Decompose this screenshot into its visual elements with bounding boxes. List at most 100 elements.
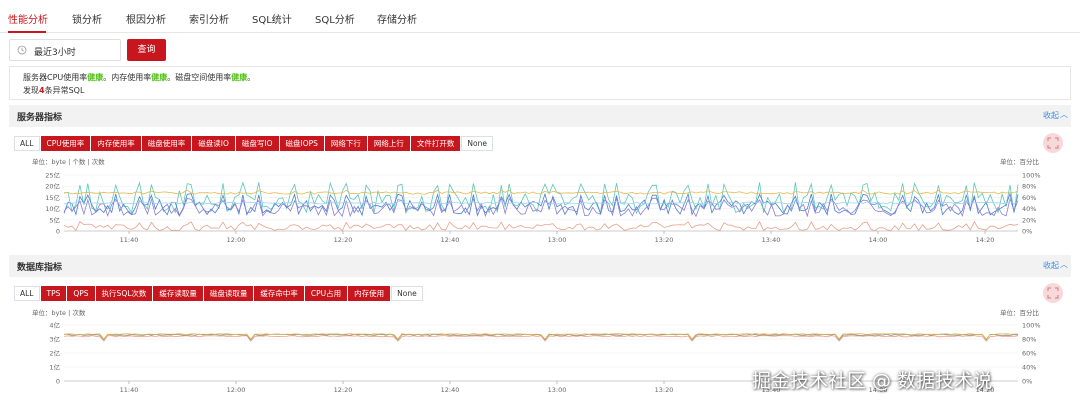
y-tick-right: 60% (1022, 194, 1036, 202)
section-title: 服务器指标 (17, 113, 63, 123)
y-tick-left: 0 (56, 378, 60, 386)
tab-root-cause[interactable]: 根因分析 (126, 11, 166, 26)
y-tick-left: 20亿 (45, 182, 60, 191)
tab-sql-stats[interactable]: SQL统计 (252, 11, 292, 26)
metric-toggle-6[interactable]: 磁盘IOPS (279, 136, 324, 151)
fullscreen-button[interactable] (1043, 283, 1063, 303)
db-metrics-header: 数据库指标 收起 ︿ (9, 255, 1071, 277)
clock-icon (17, 45, 27, 58)
section-title: 数据库指标 (17, 263, 63, 273)
metric-toggle-0[interactable]: ALL (14, 286, 40, 301)
metric-toggle-0[interactable]: ALL (14, 136, 40, 151)
tab-index[interactable]: 索引分析 (189, 11, 229, 26)
metric-toggle-7[interactable]: CPU占用 (304, 286, 348, 301)
metric-toggle-3[interactable]: 磁盘使用率 (141, 136, 192, 151)
chevron-up-icon: ︿ (1060, 110, 1068, 119)
y-tick-right: 100% (1022, 172, 1041, 180)
y-tick-left: 4亿 (49, 321, 60, 330)
expand-icon (1047, 137, 1059, 149)
watermark-text: 掘金技术社区 @ 数据技术说 (752, 370, 993, 392)
collapse-button[interactable]: 收起 ︿ (1043, 260, 1068, 271)
db-metric-filters: ALL TPS QPS 执行SQL次数 缓存读取量 磁盘读取量 缓存命中率 CPU占用 内存使用… (14, 286, 424, 301)
x-tick-label: 12:40 (441, 236, 460, 244)
tab-sql-analysis[interactable]: SQL分析 (315, 11, 355, 26)
metric-toggle-5[interactable]: 磁盘写IO (235, 136, 279, 151)
status-ok: 健康 (87, 73, 104, 82)
y-tick-right: 80% (1022, 183, 1036, 191)
x-tick-label: 11:40 (120, 386, 139, 394)
y-tick-left: 1亿 (49, 363, 60, 372)
collapse-button[interactable]: 收起 ︿ (1043, 110, 1068, 121)
y-tick-right: 40% (1022, 364, 1036, 372)
health-line: 服务器CPU使用率健康。内存使用率健康。磁盘空间使用率健康。 (23, 73, 256, 82)
y-tick-right: 60% (1022, 350, 1036, 358)
series-line (63, 196, 1019, 218)
unit-right-label: 单位：百分比 (1000, 308, 1040, 317)
x-tick-label: 12:00 (227, 236, 246, 244)
x-tick-label: 12:40 (441, 386, 460, 394)
fullscreen-button[interactable] (1043, 133, 1063, 153)
metric-toggle-6[interactable]: 缓存命中率 (254, 286, 304, 301)
x-tick-label: 12:20 (334, 236, 353, 244)
y-tick-right: 40% (1022, 205, 1036, 213)
metric-toggle-8[interactable]: 网络上行 (367, 136, 410, 151)
tab-lock[interactable]: 锁分析 (72, 11, 102, 26)
series-line (63, 335, 1019, 342)
metric-toggle-3[interactable]: 执行SQL次数 (95, 286, 153, 301)
metric-toggle-7[interactable]: 网络下行 (324, 136, 367, 151)
metric-toggle-9[interactable]: None (391, 286, 423, 301)
y-tick-right: 0% (1022, 228, 1032, 236)
y-tick-right: 100% (1022, 322, 1041, 330)
y-tick-left: 2亿 (49, 349, 60, 358)
metric-toggle-4[interactable]: 磁盘读IO (192, 136, 235, 151)
unit-right-label: 单位：百分比 (1000, 157, 1040, 166)
series-line (63, 200, 1019, 205)
server-metrics-header: 服务器指标 收起 ︿ (9, 105, 1071, 127)
x-tick-label: 14:20 (976, 236, 995, 244)
x-tick-label: 11:40 (120, 236, 139, 244)
time-range-select[interactable]: 最近3小时 (9, 39, 121, 61)
status-ok: 健康 (151, 73, 168, 82)
x-tick-label: 13:00 (548, 386, 567, 394)
y-tick-right: 0% (1022, 378, 1032, 386)
metric-toggle-1[interactable]: TPS (40, 286, 67, 301)
server-metric-filters: ALL CPU使用率 内存使用率 磁盘使用率 磁盘读IO 磁盘写IO 磁盘IOPS 网络下行网… (14, 136, 494, 151)
query-button[interactable]: 查询 (127, 39, 166, 61)
unit-left-label: 单位：byte | 个数 | 次数 (32, 157, 105, 166)
x-tick-label: 13:20 (655, 386, 674, 394)
y-tick-left: 15亿 (45, 193, 60, 202)
time-range-value: 最近3小时 (34, 48, 76, 58)
y-tick-left: 25亿 (45, 171, 60, 180)
active-tab-indicator (8, 31, 46, 33)
metric-toggle-4[interactable]: 缓存读取量 (153, 286, 203, 301)
abnormal-sql-line[interactable]: 发现4条异常SQL (23, 85, 84, 96)
y-tick-right: 80% (1022, 336, 1036, 344)
metric-toggle-2[interactable]: 内存使用率 (91, 136, 141, 151)
tab-performance[interactable]: 性能分析 (8, 11, 48, 26)
y-tick-right: 20% (1022, 216, 1036, 224)
metric-toggle-9[interactable]: 文件打开数 (410, 136, 461, 151)
x-tick-label: 12:00 (227, 386, 246, 394)
chevron-up-icon: ︿ (1060, 260, 1068, 269)
metric-toggle-8[interactable]: 内存使用 (348, 286, 391, 301)
y-tick-left: 5亿 (49, 215, 60, 224)
metric-toggle-2[interactable]: QPS (67, 286, 95, 301)
x-tick-label: 13:00 (548, 236, 567, 244)
y-tick-left: 10亿 (45, 204, 60, 213)
health-summary: 服务器CPU使用率健康。内存使用率健康。磁盘空间使用率健康。 发现4条异常SQL (9, 66, 1071, 100)
x-tick-label: 13:40 (762, 236, 781, 244)
metric-toggle-10[interactable]: None (461, 136, 493, 151)
metric-toggle-1[interactable]: CPU使用率 (40, 136, 91, 151)
expand-icon (1047, 287, 1059, 299)
metric-toggle-5[interactable]: 磁盘读取量 (203, 286, 254, 301)
x-tick-label: 12:20 (334, 386, 353, 394)
tab-storage[interactable]: 存储分析 (377, 11, 417, 26)
status-ok: 健康 (231, 73, 248, 82)
x-tick-label: 14:00 (869, 236, 888, 244)
unit-left-label: 单位：byte | 次数 (32, 308, 86, 317)
x-tick-label: 13:20 (655, 236, 674, 244)
series-line (63, 220, 1019, 232)
server-metrics-chart: 单位：byte | 个数 | 次数 单位：百分比 0 0% 5亿 20% 10亿 40% 15亿… (32, 157, 1041, 244)
analysis-tabs: 性能分析 锁分析 根因分析 索引分析 SQL统计 SQL分析 存储分析 (0, 0, 1080, 33)
y-tick-left: 0 (56, 228, 60, 236)
